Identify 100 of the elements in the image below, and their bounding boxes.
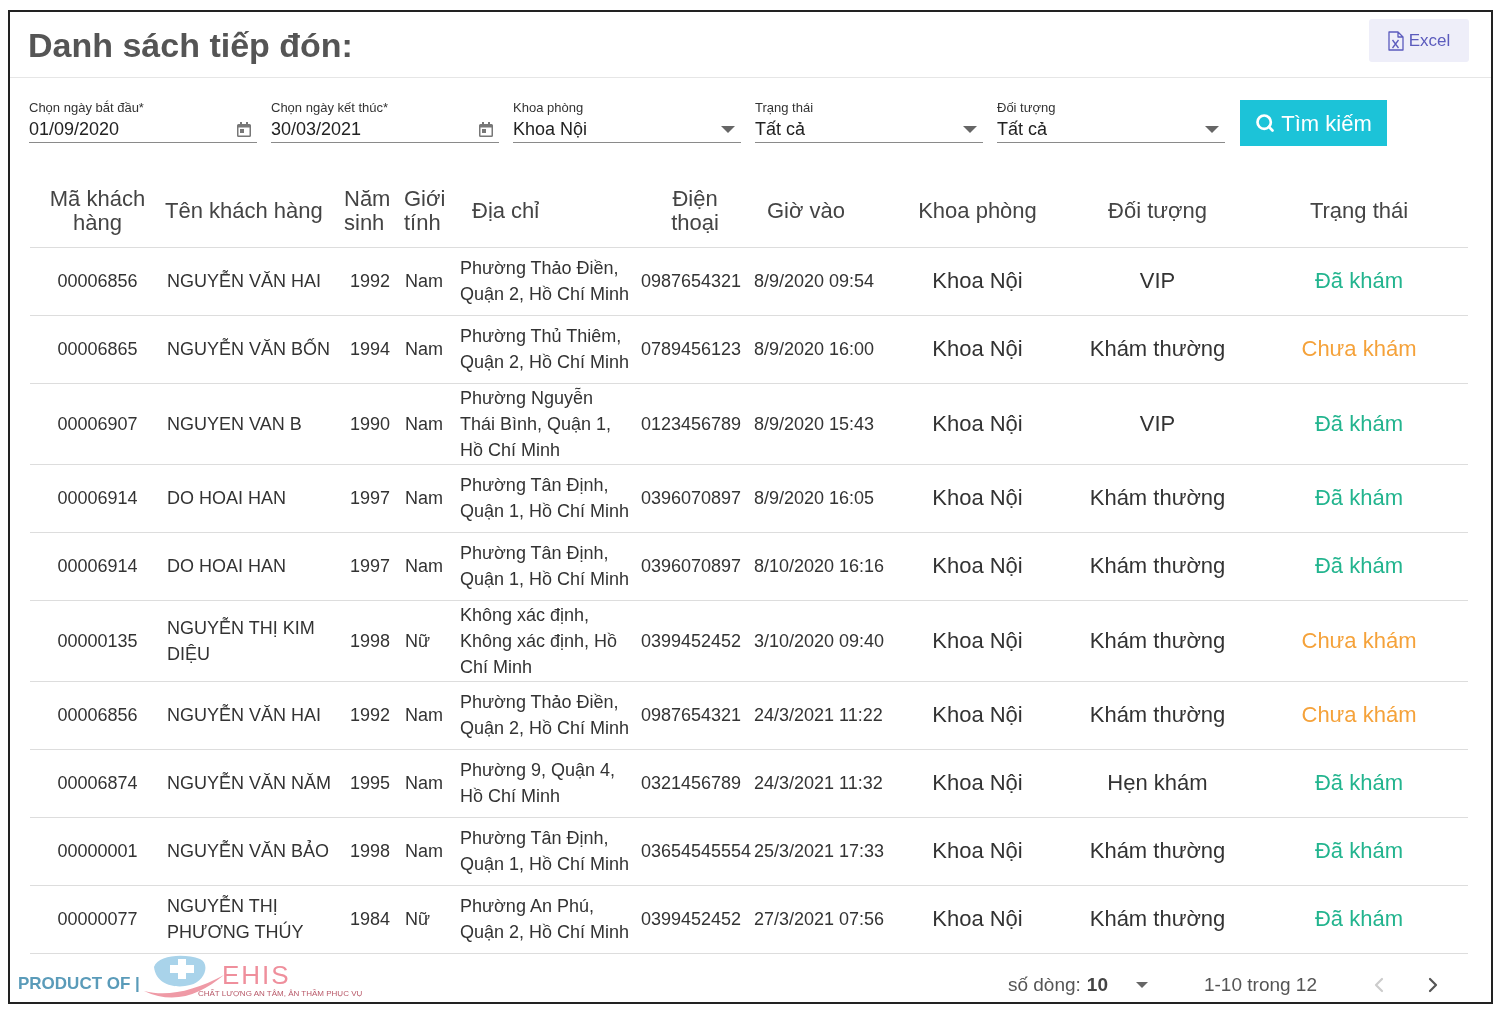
table-cell: 0987654321 [637,681,753,749]
rows-per-page-select[interactable]: 10 [1086,970,1148,999]
table-cell: 1997 [340,532,398,600]
status-cell: Đã khám [1250,749,1468,817]
table-cell: Nam [398,749,455,817]
table-cell: Nam [398,464,455,532]
table-cell: Nam [398,532,455,600]
table-cell: Phường Thảo Điền, Quận 2, Hồ Chí Minh [455,247,637,315]
table-cell: Khám thường [1065,315,1250,383]
table-cell: Khám thường [1065,885,1250,953]
table-cell: Nữ [398,885,455,953]
field-label: Chọn ngày bắt đầu* [29,100,145,116]
table-cell: NGUYỄN VĂN NĂM [165,749,340,817]
table-cell: 0321456789 [637,749,753,817]
table-cell: Khám thường [1065,817,1250,885]
table-cell: Phường Tân Định, Quận 1, Hồ Chí Minh [455,464,637,532]
status-cell: Đã khám [1250,885,1468,953]
status-cell: Chưa khám [1250,600,1468,681]
table-cell: Khoa Nội [890,315,1065,383]
table-cell: 1997 [340,464,398,532]
status-cell: Chưa khám [1250,681,1468,749]
table-cell: 1990 [340,383,398,464]
table-cell: 1995 [340,749,398,817]
table-cell: NGUYỄN VĂN BẢO [165,817,340,885]
table-cell: 00006865 [30,315,165,383]
table-cell: 00006907 [30,383,165,464]
table-cell: 8/9/2020 16:00 [753,315,890,383]
spreadsheet-file-icon [1387,30,1404,51]
calendar-icon[interactable] [237,121,251,137]
table-cell: 1998 [340,817,398,885]
rows-per-page-label: số dòng: [1007,972,1081,997]
table-cell: 0399452452 [637,600,753,681]
table-cell: NGUYỄN VĂN HAI [165,681,340,749]
field-label: Khoa phòng [513,100,585,116]
caret-icon [1205,125,1219,133]
column-header: Giới tính [398,175,455,247]
table-cell: VIP [1065,247,1250,315]
table-cell: 0399452452 [637,885,753,953]
caret-icon [721,125,735,133]
column-header: Mã khách hàng [30,175,165,247]
table-cell: Khoa Nội [890,600,1065,681]
excel-button[interactable]: Excel [1369,19,1469,62]
table-cell: NGUYEN VAN B [165,383,340,464]
table-cell: VIP [1065,383,1250,464]
column-header: Tên khách hàng [165,175,340,247]
table-cell: Khám thường [1065,464,1250,532]
date-field[interactable]: 30/03/2021 [271,116,499,143]
date-field[interactable]: 01/09/2020 [29,116,257,143]
table-cell: Phường Tân Định, Quận 1, Hồ Chí Minh [455,817,637,885]
column-header: Đối tượng [1065,175,1250,247]
search-icon [1255,113,1276,133]
product-of-label: PRODUCT OF | [18,973,140,995]
table-cell: Phường An Phú, Quận 2, Hồ Chí Minh [455,885,637,953]
status-cell: Đã khám [1250,247,1468,315]
table-cell: 1992 [340,247,398,315]
pagination-range: 1-10 trong 12 [1203,972,1317,997]
column-header: Trạng thái [1250,175,1468,247]
table-cell: 1998 [340,600,398,681]
table-cell: Phường Thảo Điền, Quận 2, Hồ Chí Minh [455,681,637,749]
table-cell: 8/10/2020 16:16 [753,532,890,600]
select-field[interactable]: Tất cả [755,116,983,143]
column-header: Giờ vào [753,175,890,247]
table-cell: 1994 [340,315,398,383]
table-cell: Khoa Nội [890,681,1065,749]
table-cell: Không xác định, Không xác định, Hồ Chí Minh [455,600,637,681]
table-cell: 0789456123 [637,315,753,383]
table-cell: 25/3/2021 17:33 [753,817,890,885]
table-cell: 00006914 [30,532,165,600]
table-cell: 00006914 [30,464,165,532]
calendar-icon[interactable] [479,121,493,137]
table-cell: Nam [398,383,455,464]
table-cell: DO HOAI HAN [165,464,340,532]
status-cell: Đã khám [1250,817,1468,885]
table-cell: 0987654321 [637,247,753,315]
field-label: Trạng thái [755,100,815,116]
column-header: Năm sinh [340,175,398,247]
table-cell: 8/9/2020 15:43 [753,383,890,464]
table-cell: Nam [398,315,455,383]
table-cell: 3/10/2020 09:40 [753,600,890,681]
table-cell: Khám thường [1065,600,1250,681]
table-cell: 00000001 [30,817,165,885]
table-cell: Khoa Nội [890,247,1065,315]
table-cell: 00006856 [30,247,165,315]
table-cell: 24/3/2021 11:32 [753,749,890,817]
table-cell: 0396070897 [637,464,753,532]
column-header: Điện thoại [637,175,753,247]
table-cell: Khoa Nội [890,383,1065,464]
table-cell: 00006874 [30,749,165,817]
table-cell: Nam [398,681,455,749]
table-cell: Khám thường [1065,681,1250,749]
table-cell: Phường 9, Quận 4, Hồ Chí Minh [455,749,637,817]
table-cell: Nam [398,817,455,885]
table-cell: NGUYỄN THỊ PHƯƠNG THÚY [165,885,340,953]
select-field[interactable]: Tất cả [997,116,1225,143]
table-cell: 00000077 [30,885,165,953]
select-field[interactable]: Khoa Nội [513,116,741,143]
field-label: Chọn ngày kết thúc* [271,100,390,116]
table-cell: Khoa Nội [890,532,1065,600]
table-cell: Phường Thủ Thiêm, Quận 2, Hồ Chí Minh [455,315,637,383]
caret-icon [963,125,977,133]
